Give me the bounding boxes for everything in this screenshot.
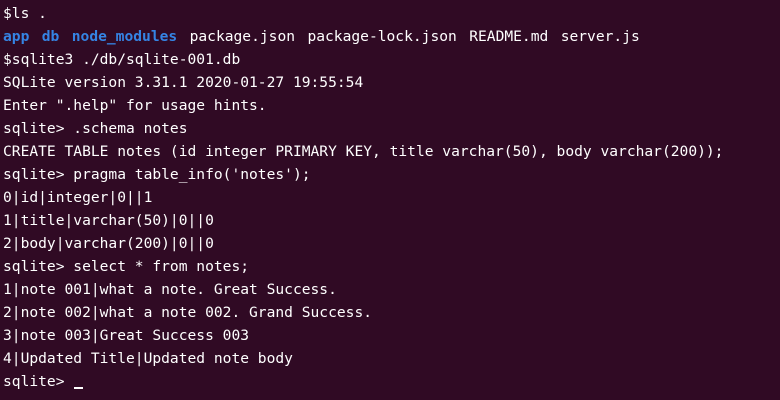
terminal-input-line[interactable]: sqlite> — [3, 370, 780, 393]
terminal-line-pragma-row: 0|id|integer|0||1 — [3, 189, 153, 206]
ls-entry-db: db — [41, 28, 60, 45]
sqlite-prompt: sqlite> — [3, 373, 74, 390]
ls-entry-node-modules: node_modules — [71, 28, 178, 45]
terminal-line-pragma-row: 2|body|varchar(200)|0||0 — [3, 235, 214, 252]
terminal-line-help-hint: Enter ".help" for usage hints. — [3, 97, 267, 114]
terminal-line-pragma-row: 1|title|varchar(50)|0||0 — [3, 212, 214, 229]
terminal-line-result-row: 4|Updated Title|Updated note body — [3, 350, 293, 367]
terminal-line-sqlite-version: SQLite version 3.31.1 2020-01-27 19:55:5… — [3, 74, 364, 91]
terminal-window[interactable]: $ls . app db node_modules package.json packa… — [0, 0, 780, 400]
terminal-line-select-command: sqlite> select * from notes; — [3, 258, 250, 275]
terminal-line-result-row: 2|note 002|what a note 002. Grand Succes… — [3, 304, 373, 321]
terminal-line-result-row: 1|note 001|what a note. Great Success. — [3, 281, 337, 298]
ls-entry-package-json: package.json — [189, 28, 296, 45]
ls-entry-package-lock-json: package-lock.json — [307, 28, 457, 45]
terminal-line-result-row: 3|note 003|Great Success 003 — [3, 327, 250, 344]
terminal-line-pragma-command: sqlite> pragma table_info('notes'); — [3, 166, 311, 183]
ls-entry-server-js: server.js — [560, 28, 640, 45]
terminal-line-schema-command: sqlite> .schema notes — [3, 120, 188, 137]
ls-entry-readme-md: README.md — [469, 28, 549, 45]
ls-entry-app: app — [3, 28, 30, 45]
terminal-line-sqlite-command: $sqlite3 ./db/sqlite-001.db — [3, 51, 241, 68]
terminal-line-ls-command: $ls . — [3, 5, 47, 22]
terminal-line-ls-output: app db node_modules package.json package-loc… — [3, 25, 780, 48]
text-cursor — [74, 387, 84, 389]
terminal-line-create-table: CREATE TABLE notes (id integer PRIMARY K… — [3, 143, 724, 160]
